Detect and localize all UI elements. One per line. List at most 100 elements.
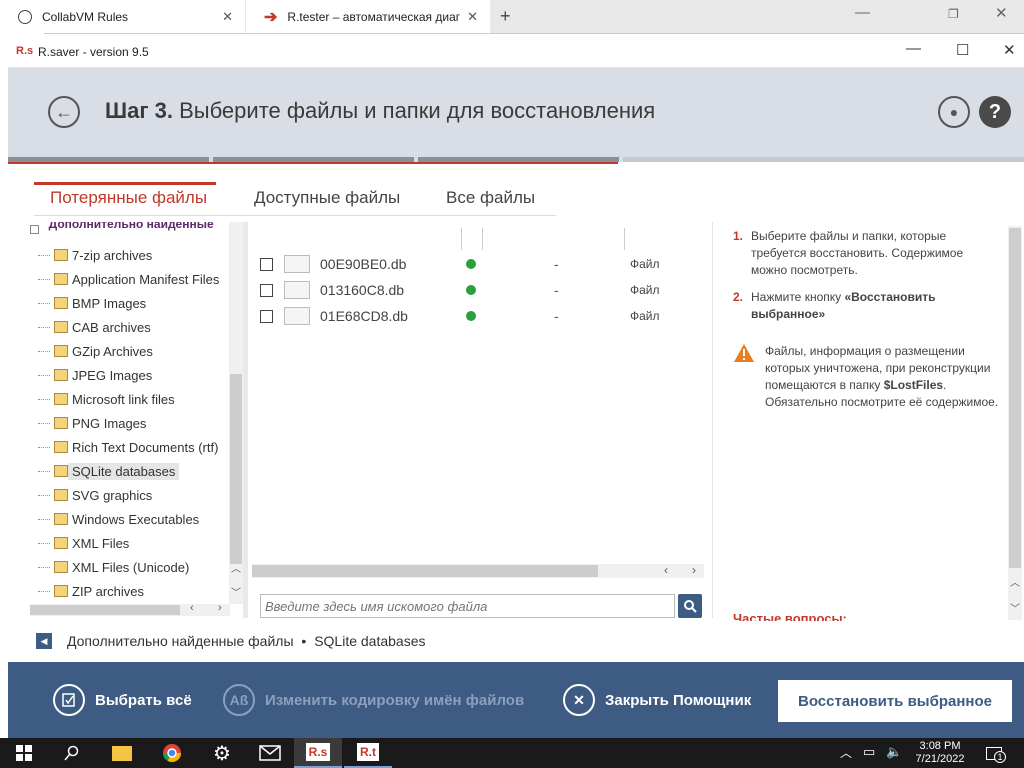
tab-lost-files[interactable]: Потерянные файлы <box>50 188 207 208</box>
browser-tabstrip: CollabVM Rules ✕ ➔ R.tester – автоматиче… <box>0 0 1024 33</box>
tree-item[interactable]: JPEG Images <box>38 364 223 386</box>
chevron-down-icon[interactable]: ﹀ <box>1010 600 1020 615</box>
tree-item[interactable]: BMP Images <box>38 292 223 314</box>
progress-accent <box>8 162 1024 164</box>
close-helper-button[interactable]: ✕ Закрыть Помощник <box>563 684 751 716</box>
date: 7/21/2022 <box>915 753 965 765</box>
close-icon: ✕ <box>563 684 595 716</box>
network-icon[interactable]: ▭ <box>863 744 875 760</box>
back-button[interactable]: ← <box>48 96 80 128</box>
volume-icon[interactable]: 🔈 <box>886 744 902 760</box>
new-tab-button[interactable]: + <box>500 6 511 27</box>
browser-tab-collabvm[interactable]: CollabVM Rules ✕ <box>0 0 245 33</box>
tree-item[interactable]: PNG Images <box>38 412 223 434</box>
active-tab-indicator <box>34 182 216 185</box>
restore-selected-button[interactable]: Восстановить выбранное <box>778 680 1012 722</box>
file-checkbox[interactable] <box>260 309 273 323</box>
scroll-thumb[interactable] <box>230 374 242 564</box>
chevron-left-icon[interactable]: ‹ <box>190 602 194 614</box>
tree-item[interactable]: Windows Executables <box>38 508 223 530</box>
faq-link[interactable]: Частые вопросы: <box>733 611 933 621</box>
folder-icon <box>54 273 68 285</box>
file-explorer-button[interactable] <box>98 738 146 768</box>
splitter[interactable] <box>243 222 248 618</box>
tab-all-files[interactable]: Все файлы <box>446 188 535 208</box>
help-step-2: 2. Нажмите кнопку «Восстановить выбранно… <box>733 290 936 321</box>
tree-item[interactable]: 7-zip archives <box>38 244 223 266</box>
minimize-icon[interactable]: — <box>906 40 921 57</box>
tree-vscrollbar[interactable]: ︿ ﹀ <box>229 222 243 604</box>
chrome-button[interactable] <box>148 738 196 768</box>
tree-item[interactable]: XML Files (Unicode) <box>38 556 223 578</box>
folder-icon <box>54 561 68 573</box>
maximize-icon[interactable]: ☐ <box>956 41 969 59</box>
tree-item[interactable]: Microsoft link files <box>38 388 223 410</box>
help-vscrollbar[interactable]: ︿ ﹀ <box>1008 226 1022 620</box>
clock[interactable]: 3:08 PM 7/21/2022 <box>910 740 970 766</box>
filelist-hscrollbar[interactable]: ‹ › <box>252 563 704 578</box>
tab-title: CollabVM Rules <box>42 9 129 24</box>
chevron-down-icon[interactable]: ﹀ <box>231 584 241 599</box>
restore-icon[interactable]: ❐ <box>948 7 959 21</box>
tree-item[interactable]: CAB archives <box>38 316 223 338</box>
scroll-thumb[interactable] <box>252 565 598 577</box>
minimize-icon[interactable]: — <box>855 4 870 21</box>
mail-button[interactable] <box>246 738 294 768</box>
chevron-right-icon[interactable]: › <box>692 563 696 577</box>
file-row[interactable]: 01E68CD8.db - Файл <box>260 305 700 327</box>
search-icon <box>684 600 697 613</box>
column-separator[interactable] <box>482 228 483 250</box>
scroll-thumb[interactable] <box>30 605 180 615</box>
change-encoding-button[interactable]: Aß Изменить кодировку имён файлов <box>223 684 524 716</box>
chevron-left-icon[interactable]: ‹ <box>664 563 668 577</box>
breadcrumb-item[interactable]: Дополнительно найденные файлы <box>67 633 294 649</box>
start-button[interactable] <box>0 738 48 768</box>
tree-item[interactable]: Rich Text Documents (rtf) <box>38 436 223 458</box>
search-field[interactable] <box>260 594 675 618</box>
close-icon[interactable]: ✕ <box>222 9 233 25</box>
file-row[interactable]: 00E90BE0.db - Файл <box>260 253 700 275</box>
column-separator[interactable] <box>624 228 625 250</box>
tree-item[interactable]: ZIP archives <box>38 580 223 602</box>
warning-icon <box>733 343 765 411</box>
folder-icon <box>54 513 68 525</box>
close-icon[interactable]: ✕ <box>467 9 478 25</box>
file-row[interactable]: 013160C8.db - Файл <box>260 279 700 301</box>
search-input[interactable] <box>261 595 674 617</box>
step-number: Шаг 3. <box>105 98 173 123</box>
expand-icon[interactable] <box>30 225 39 234</box>
scroll-thumb[interactable] <box>1009 228 1021 568</box>
column-separator[interactable] <box>461 228 462 250</box>
help-button[interactable]: ? <box>979 96 1011 128</box>
search-button[interactable] <box>678 594 702 618</box>
tree-item[interactable]: XML Files <box>38 532 223 554</box>
tree-item[interactable]: GZip Archives <box>38 340 223 362</box>
account-button[interactable]: ● <box>938 96 970 128</box>
search-button[interactable] <box>48 738 96 768</box>
browser-tab-rtester[interactable]: ➔ R.tester – автоматическая диаг ✕ <box>246 0 490 33</box>
folder-icon <box>54 465 68 477</box>
windows-icon <box>16 745 32 761</box>
tab-available-files[interactable]: Доступные файлы <box>254 188 400 208</box>
tree-hscrollbar[interactable]: ‹ › <box>30 602 230 616</box>
rtester-taskbar-button[interactable]: R.t <box>344 738 392 768</box>
close-icon[interactable]: ✕ <box>995 4 1008 22</box>
chevron-up-icon[interactable]: ︿ <box>231 560 241 575</box>
breadcrumb-item[interactable]: SQLite databases <box>314 633 425 649</box>
close-icon[interactable]: ✕ <box>1003 41 1016 59</box>
tree-item-selected[interactable]: SQLite databases <box>38 460 223 482</box>
file-checkbox[interactable] <box>260 257 273 271</box>
rsaver-taskbar-button[interactable]: R.s <box>294 738 342 768</box>
chevron-right-icon[interactable]: › <box>218 602 222 614</box>
tree-item[interactable]: Application Manifest Files <box>38 268 223 290</box>
notification-button[interactable]: 1 <box>982 742 1006 764</box>
file-checkbox[interactable] <box>260 283 273 297</box>
chevron-up-icon[interactable]: ︿ <box>1010 574 1020 589</box>
tree-root[interactable]: Дополнительно найденные <box>30 222 230 236</box>
select-all-button[interactable]: Выбрать всё <box>53 684 192 716</box>
chevron-up-icon[interactable]: ︿ <box>840 744 852 761</box>
tree-item[interactable]: SVG graphics <box>38 484 223 506</box>
settings-button[interactable]: ⚙ <box>198 738 246 768</box>
tree-root-label: Дополнительно найденные <box>48 222 214 231</box>
breadcrumb-back-button[interactable]: ◀ <box>36 633 52 649</box>
